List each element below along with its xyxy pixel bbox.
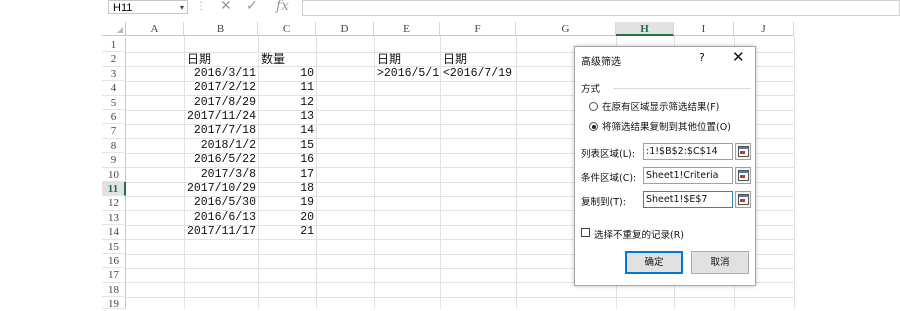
column-header-j[interactable]: J <box>734 22 794 36</box>
cell-quantity[interactable]: 21 <box>258 225 314 239</box>
cell-quantity[interactable]: 12 <box>258 96 314 110</box>
cell-quantity[interactable]: 19 <box>258 196 314 210</box>
cell-c2[interactable]: 数量 <box>261 52 285 66</box>
formula-bar: H11 ▾ ⋮ ✕ ✓ fx <box>0 0 900 18</box>
row-header[interactable]: 1 <box>102 38 126 53</box>
row-header[interactable]: 9 <box>102 153 126 168</box>
row-header[interactable]: 2 <box>102 52 126 67</box>
column-header-f[interactable]: F <box>440 22 516 36</box>
row-header[interactable]: 19 <box>102 297 126 310</box>
close-icon[interactable]: ✕ <box>732 48 745 66</box>
dialog-title: 高级筛选 <box>581 57 621 68</box>
row-header[interactable]: 3 <box>102 66 126 82</box>
column-header-d[interactable]: D <box>316 22 374 36</box>
cell-date[interactable]: 2017/2/12 <box>184 81 256 95</box>
row-header[interactable]: 18 <box>102 282 126 298</box>
cell-f2[interactable]: 日期 <box>443 52 467 66</box>
advanced-filter-dialog: 高级筛选 ? ✕ 方式 在原有区域显示筛选结果(F) 将筛选结果复制到其他位置(… <box>574 46 756 286</box>
enter-icon[interactable]: ✓ <box>246 0 258 14</box>
range-picker-icon[interactable] <box>735 191 751 208</box>
row-header-selected[interactable]: 11 <box>102 182 126 197</box>
range-picker-icon[interactable] <box>735 167 751 184</box>
radio-filter-in-place[interactable] <box>589 102 598 111</box>
cell-date[interactable]: 2017/8/29 <box>184 96 256 110</box>
cell-quantity[interactable]: 11 <box>258 81 314 95</box>
worksheet-grid: A B C D E F G H I J 1 2 3 4 5 6 7 8 9 10… <box>0 22 900 310</box>
select-all-button[interactable] <box>102 22 126 36</box>
cell-date[interactable]: 2016/5/22 <box>184 153 256 167</box>
insert-function-icon[interactable]: fx <box>276 0 289 14</box>
grid-line <box>126 296 794 298</box>
row-header[interactable]: 10 <box>102 167 126 182</box>
cell-e3[interactable]: >2016/5/1 <box>377 67 439 81</box>
cell-date[interactable]: 2017/3/8 <box>184 168 256 182</box>
cell-quantity[interactable]: 16 <box>258 153 314 167</box>
row-header[interactable]: 16 <box>102 254 126 269</box>
cancel-icon[interactable]: ✕ <box>220 0 232 14</box>
cell-date[interactable]: 2016/5/30 <box>184 196 256 210</box>
cell-date[interactable]: 2017/7/18 <box>184 124 256 138</box>
unique-records-label[interactable]: 选择不重复的记录(R) <box>594 227 684 241</box>
row-header[interactable]: 8 <box>102 138 126 154</box>
grid-line <box>794 36 795 309</box>
row-header[interactable]: 15 <box>102 239 126 254</box>
unique-records-checkbox[interactable] <box>581 228 590 237</box>
column-header-e[interactable]: E <box>374 22 440 36</box>
section-divider <box>613 88 751 89</box>
name-box[interactable]: H11 ▾ <box>108 0 188 14</box>
column-header-i[interactable]: I <box>674 22 734 36</box>
row-header[interactable]: 14 <box>102 225 126 240</box>
cell-b2[interactable]: 日期 <box>187 52 211 66</box>
cell-date[interactable]: 2017/10/29 <box>184 182 256 196</box>
row-header[interactable]: 7 <box>102 124 126 139</box>
cell-quantity[interactable]: 20 <box>258 211 314 225</box>
cell-quantity[interactable]: 17 <box>258 168 314 182</box>
cell-date[interactable]: 2017/11/24 <box>184 110 256 124</box>
row-header[interactable]: 6 <box>102 110 126 125</box>
cancel-button[interactable]: 取消 <box>691 251 749 274</box>
cell-quantity[interactable]: 15 <box>258 139 314 153</box>
help-icon[interactable]: ? <box>699 51 705 64</box>
list-range-label: 列表区域(L): <box>581 149 635 160</box>
row-header[interactable]: 17 <box>102 268 126 283</box>
method-section-label: 方式 <box>581 84 601 95</box>
criteria-range-input[interactable]: Sheet1!Criteria <box>643 167 733 184</box>
column-header-c[interactable]: C <box>258 22 316 36</box>
cell-date[interactable]: 2018/1/2 <box>184 139 256 153</box>
column-header-g[interactable]: G <box>516 22 616 36</box>
cell-date[interactable]: 2017/11/17 <box>184 225 256 239</box>
row-header[interactable]: 4 <box>102 81 126 96</box>
ok-button[interactable]: 确定 <box>625 251 683 274</box>
cell-quantity[interactable]: 18 <box>258 182 314 196</box>
column-header-a[interactable]: A <box>126 22 184 36</box>
cell-f3[interactable]: <2016/7/19 <box>443 67 512 81</box>
chevron-down-icon[interactable]: ▾ <box>180 1 184 15</box>
copy-to-input[interactable]: Sheet1!$E$7 <box>643 191 733 208</box>
row-header[interactable]: 13 <box>102 210 126 226</box>
formula-input[interactable] <box>302 0 900 16</box>
column-header-b[interactable]: B <box>184 22 258 36</box>
list-range-input[interactable]: :1!$B$2:$C$14 <box>643 143 733 160</box>
copy-to-label: 复制到(T): <box>581 197 626 208</box>
row-header[interactable]: 12 <box>102 196 126 211</box>
row-header[interactable]: 5 <box>102 95 126 110</box>
cell-date[interactable]: 2016/6/13 <box>184 211 256 225</box>
cell-quantity[interactable]: 13 <box>258 110 314 124</box>
criteria-range-label: 条件区域(C): <box>581 173 637 184</box>
cell-e2[interactable]: 日期 <box>377 52 401 66</box>
name-box-value: H11 <box>113 2 133 14</box>
range-picker-icon[interactable] <box>735 143 751 160</box>
column-header-h[interactable]: H <box>616 22 674 36</box>
cell-quantity[interactable]: 10 <box>258 67 314 81</box>
radio-filter-in-place-label[interactable]: 在原有区域显示筛选结果(F) <box>602 99 719 113</box>
more-options-icon[interactable]: ⋮ <box>196 1 206 12</box>
radio-copy-to-location-label[interactable]: 将筛选结果复制到其他位置(O) <box>602 119 731 133</box>
cell-date[interactable]: 2016/3/11 <box>184 67 256 81</box>
radio-copy-to-location[interactable] <box>589 122 598 131</box>
cell-quantity[interactable]: 14 <box>258 124 314 138</box>
